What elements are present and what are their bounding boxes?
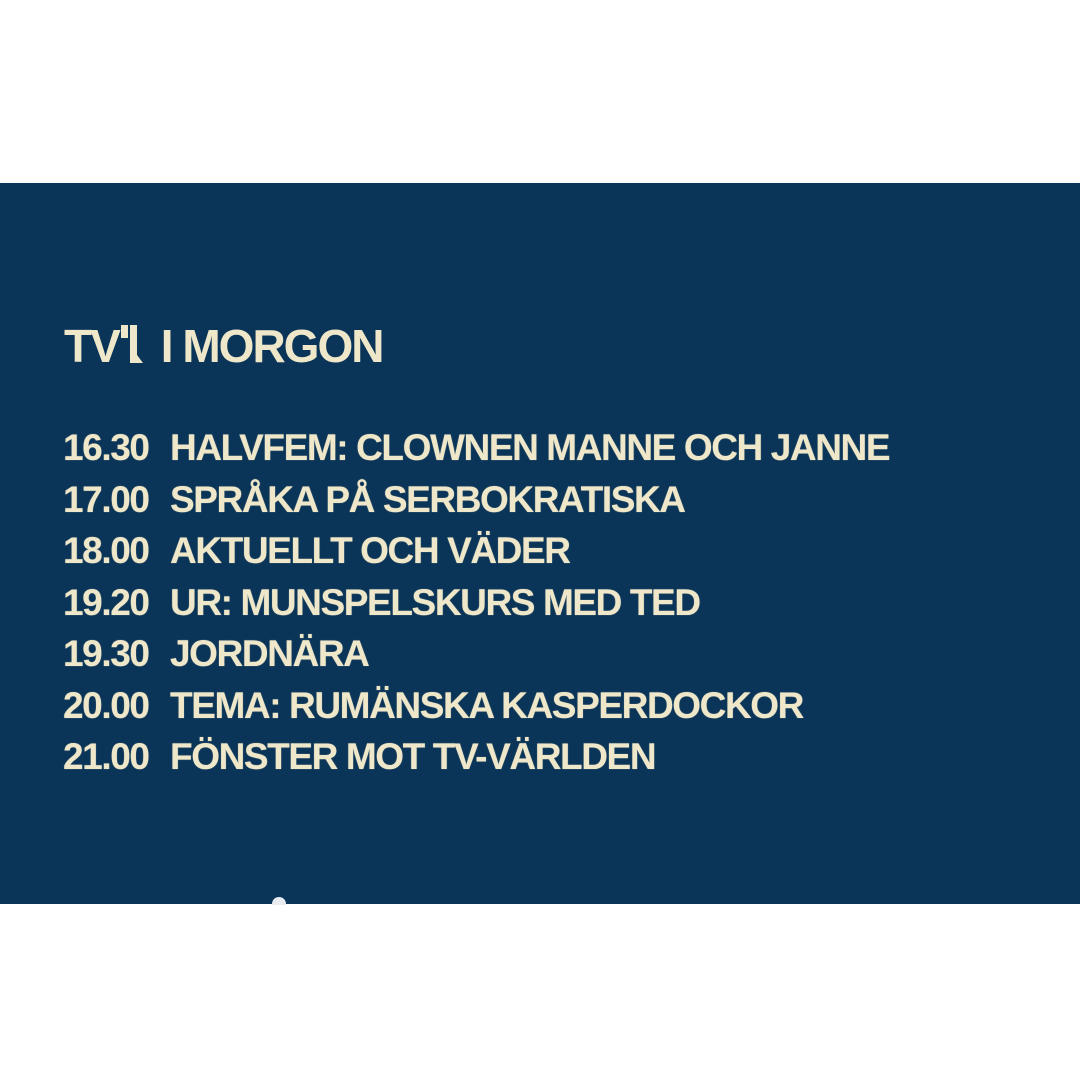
header: TV I MORGON bbox=[64, 320, 385, 372]
schedule-row: 16.30 HALVFEM: CLOWNEN MANNE OCH JANNE bbox=[63, 427, 891, 481]
schedule-time: 21.00 bbox=[63, 736, 150, 777]
tv1-logo-one-icon bbox=[120, 324, 143, 368]
schedule-time: 20.00 bbox=[63, 684, 150, 726]
schedule-time: 19.20 bbox=[63, 581, 150, 623]
schedule-row: 18.00 AKTUELLT OCH VÄDER bbox=[63, 532, 889, 584]
schedule-program: SPRÅKA PÅ SERBOKRATISKA bbox=[170, 478, 686, 520]
schedule-program: JORDNÄRA bbox=[170, 633, 370, 674]
image-frame: TV I MORGON 16.30 HALVFEM: CLOWNEN MANNE… bbox=[0, 0, 1080, 1080]
playback-dot-icon bbox=[272, 897, 286, 905]
schedule-time: 17.00 bbox=[63, 478, 150, 520]
channel-logo: TV bbox=[64, 323, 143, 369]
schedule-row: 19.20 UR: MUNSPELSKURS MED TED bbox=[63, 584, 889, 636]
schedule-program: HALVFEM: CLOWNEN MANNE OCH JANNE bbox=[170, 427, 891, 468]
schedule-row: 21.00 FÖNSTER MOT TV-VÄRLDEN bbox=[63, 738, 889, 790]
schedule-list: 16.30 HALVFEM: CLOWNEN MANNE OCH JANNE 1… bbox=[63, 427, 891, 790]
schedule-time: 16.30 bbox=[63, 427, 150, 468]
page-title: I MORGON bbox=[160, 320, 385, 372]
schedule-program: UR: MUNSPELSKURS MED TED bbox=[170, 581, 701, 623]
schedule-row: 20.00 TEMA: RUMÄNSKA KASPERDOCKOR bbox=[63, 687, 889, 739]
tv-screen: TV I MORGON 16.30 HALVFEM: CLOWNEN MANNE… bbox=[0, 183, 1080, 904]
schedule-time: 18.00 bbox=[63, 530, 150, 571]
schedule-program: FÖNSTER MOT TV-VÄRLDEN bbox=[170, 736, 657, 777]
schedule-program: AKTUELLT OCH VÄDER bbox=[170, 530, 571, 571]
logo-text: TV bbox=[64, 320, 121, 372]
schedule-time: 19.30 bbox=[63, 633, 150, 674]
schedule-program: TEMA: RUMÄNSKA KASPERDOCKOR bbox=[170, 684, 804, 726]
schedule-row: 19.30 JORDNÄRA bbox=[63, 635, 889, 687]
schedule-row: 17.00 SPRÅKA PÅ SERBOKRATISKA bbox=[63, 481, 889, 533]
